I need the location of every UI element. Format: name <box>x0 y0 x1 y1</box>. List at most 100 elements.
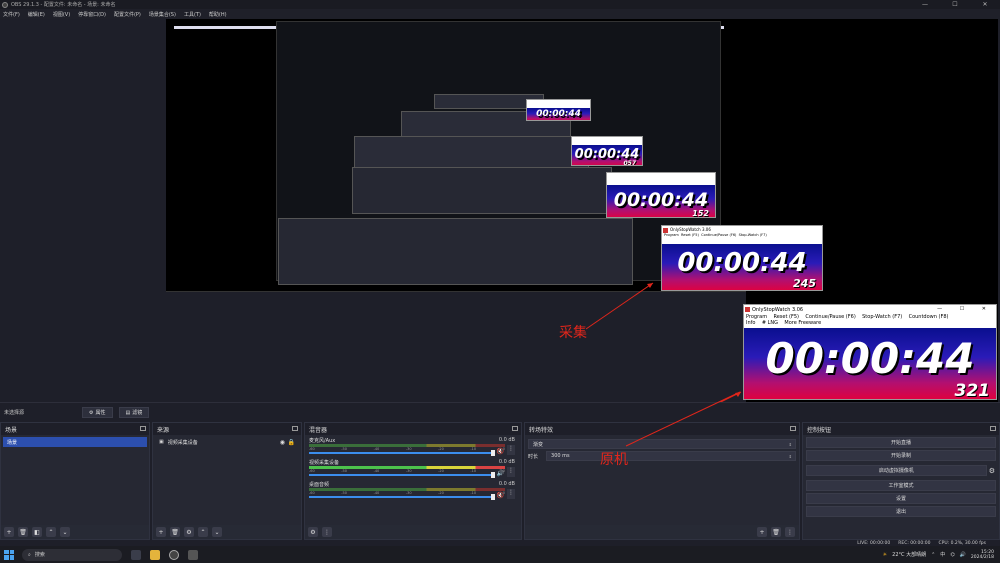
title-bar: OBS 29.1.3 - 配置文件: 未命名 - 场景: 未命名 — ☐ ✕ <box>0 0 1000 9</box>
mixer-channel-mic: 麦克风/Aux 0.0 dB -60 -50 -40 -30 -20 -10 0 🔇 ⋮ <box>309 437 515 456</box>
cpu-status: CPU: 0.2%, 30.00 fps <box>938 540 987 546</box>
channel-menu-button[interactable]: ⋮ <box>507 467 515 477</box>
transition-menu-button[interactable]: ⋮ <box>785 527 795 537</box>
source-properties-button[interactable]: ⚙ <box>184 527 194 537</box>
close-button[interactable]: ✕ <box>970 1 1000 8</box>
stopwatch-taskbar-icon[interactable] <box>188 549 198 560</box>
weather-icon: ☀ <box>882 551 888 558</box>
filters-button[interactable]: ▤ 滤镜 <box>118 407 150 418</box>
audio-settings-button[interactable]: ⚙ <box>308 527 318 537</box>
updown-arrow-icon: ⇕ <box>788 441 792 447</box>
source-up-button[interactable]: ⌃ <box>198 527 208 537</box>
menu-edit[interactable]: 编辑(E) <box>28 11 45 18</box>
remove-transition-button[interactable]: 🗑 <box>771 527 781 537</box>
sources-dock: 来源 ▣ 视频采集设备 ◉ 🔒 + 🗑 ⚙ ⌃ ⌄ <box>152 422 302 540</box>
original-arrow-ext <box>625 391 741 447</box>
start-virtual-camera-button[interactable]: 启动虚拟摄像机 <box>806 465 987 476</box>
duration-input[interactable]: 300 ms ⇕ <box>546 451 796 461</box>
filter-icon: ▤ <box>125 409 131 416</box>
spinner-icon: ⇕ <box>788 453 792 459</box>
scene-item[interactable]: 场景 <box>3 437 147 447</box>
studio-mode-button[interactable]: 工作室模式 <box>806 480 996 491</box>
task-view-icon[interactable] <box>131 549 141 560</box>
obs-logo-icon <box>2 1 8 8</box>
obs-taskbar-icon[interactable] <box>169 549 179 560</box>
undock-icon[interactable] <box>292 426 298 431</box>
menu-tools[interactable]: 工具(T) <box>184 11 201 18</box>
duration-label: 时长 <box>528 453 539 460</box>
exit-button[interactable]: 退出 <box>806 506 996 517</box>
taskbar-clock[interactable]: 15:20 2024/2/18 <box>971 550 994 560</box>
volume-slider[interactable] <box>309 472 495 478</box>
undock-icon[interactable] <box>990 426 996 431</box>
controls-title: 控制按钮 <box>807 426 832 434</box>
mixer-menu-button[interactable]: ⋮ <box>322 527 332 537</box>
scenes-dock: 场景 场景 + 🗑 ◧ ⌃ ⌄ <box>0 422 150 540</box>
weather-text[interactable]: 22°C 大部晴朗 <box>892 551 926 558</box>
move-up-button[interactable]: ⌃ <box>46 527 56 537</box>
settings-button[interactable]: 设置 <box>806 493 996 504</box>
add-scene-button[interactable]: + <box>4 527 14 537</box>
file-explorer-icon[interactable] <box>150 549 160 560</box>
menu-bar: 文件(F) 编辑(E) 视图(V) 停靠窗口(D) 配置文件(P) 场景集合(S… <box>0 9 1000 19</box>
original-annotation: 原机 <box>600 452 628 468</box>
menu-help[interactable]: 帮助(H) <box>209 11 227 18</box>
maximize-button[interactable]: ☐ <box>940 1 970 8</box>
mixer-title: 混音器 <box>309 426 328 434</box>
properties-button[interactable]: ⚙ 属性 <box>82 407 113 418</box>
search-icon: ⌕ <box>28 551 31 558</box>
add-transition-button[interactable]: + <box>757 527 767 537</box>
add-source-button[interactable]: + <box>156 527 166 537</box>
capture-arrowhead <box>647 283 653 288</box>
window-title: OBS 29.1.3 - 配置文件: 未命名 - 场景: 未命名 <box>11 2 116 8</box>
mixer-dock: 混音器 麦克风/Aux 0.0 dB -60 -50 -40 -30 -20 -10 0 🔇… <box>304 422 522 540</box>
remove-scene-button[interactable]: 🗑 <box>18 527 28 537</box>
menu-docks[interactable]: 停靠窗口(D) <box>78 11 106 18</box>
transitions-title: 转场特效 <box>529 426 554 434</box>
channel-menu-button[interactable]: ⋮ <box>507 445 515 455</box>
visibility-eye-icon[interactable]: ◉ <box>280 439 285 446</box>
mixer-channel-video: 视频采集设备 0.0 dB -60 -50 -40 -30 -20 -10 0 🔊 ⋮ <box>309 459 515 478</box>
speaker-icon[interactable]: 🔊 <box>497 470 504 477</box>
source-toolbar: 未选择源 ⚙ 属性 ▤ 滤镜 <box>0 402 1000 422</box>
muted-speaker-icon[interactable]: 🔇 <box>497 492 504 499</box>
taskbar-search[interactable]: ⌕ 搜索 <box>22 548 122 561</box>
capture-annotation: 采集 <box>559 325 587 341</box>
remove-source-button[interactable]: 🗑 <box>170 527 180 537</box>
preview-area[interactable]: 00:00:44 00:00:44 057 00:00:44 152 OnlyS… <box>0 19 1000 402</box>
system-tray: ☀ 22°C 大部晴朗 ⌃ 中 ⌬ 🔊 15:20 2024/2/18 <box>883 550 1000 560</box>
undock-icon[interactable] <box>512 426 518 431</box>
undock-icon[interactable] <box>140 426 146 431</box>
start-streaming-button[interactable]: 开始直播 <box>806 437 996 448</box>
scene-filters-button[interactable]: ◧ <box>32 527 42 537</box>
preview-canvas[interactable]: 00:00:44 00:00:44 057 00:00:44 152 OnlyS… <box>166 19 998 402</box>
rec-status: REC: 00:00:00 <box>898 540 931 546</box>
network-icon[interactable]: ⌬ <box>950 552 954 558</box>
gear-icon: ⚙ <box>89 409 94 416</box>
menu-file[interactable]: 文件(F) <box>3 11 20 18</box>
menu-scene-collection[interactable]: 场景集合(S) <box>149 11 176 18</box>
live-status: LIVE: 00:00:00 <box>857 540 891 546</box>
menu-profile[interactable]: 配置文件(P) <box>114 11 141 18</box>
ime-indicator[interactable]: 中 <box>940 551 945 558</box>
controls-dock: 控制按钮 开始直播 开始录制 启动虚拟摄像机 ⚙ 工作室模式 设置 退出 <box>802 422 1000 540</box>
window-controls: — ☐ ✕ <box>910 1 1000 8</box>
move-down-button[interactable]: ⌄ <box>60 527 70 537</box>
annotation-arrows <box>585 282 742 402</box>
muted-speaker-icon[interactable]: 🔇 <box>497 448 504 455</box>
menu-view[interactable]: 视图(V) <box>53 11 70 18</box>
minimize-button[interactable]: — <box>910 1 940 8</box>
start-recording-button[interactable]: 开始录制 <box>806 450 996 461</box>
volume-icon[interactable]: 🔊 <box>960 552 966 558</box>
volume-slider[interactable] <box>309 494 495 500</box>
lock-icon[interactable]: 🔒 <box>288 439 295 446</box>
undock-icon[interactable] <box>790 426 796 431</box>
source-down-button[interactable]: ⌄ <box>212 527 222 537</box>
gear-icon[interactable]: ⚙ <box>989 467 995 475</box>
source-item[interactable]: ▣ 视频采集设备 ◉ 🔒 <box>155 437 299 447</box>
windows-start-icon[interactable] <box>4 549 14 560</box>
no-source-label: 未选择源 <box>4 410 25 416</box>
channel-menu-button[interactable]: ⋮ <box>507 489 515 499</box>
volume-slider[interactable] <box>309 450 495 456</box>
tray-chevron-icon[interactable]: ⌃ <box>931 552 935 558</box>
